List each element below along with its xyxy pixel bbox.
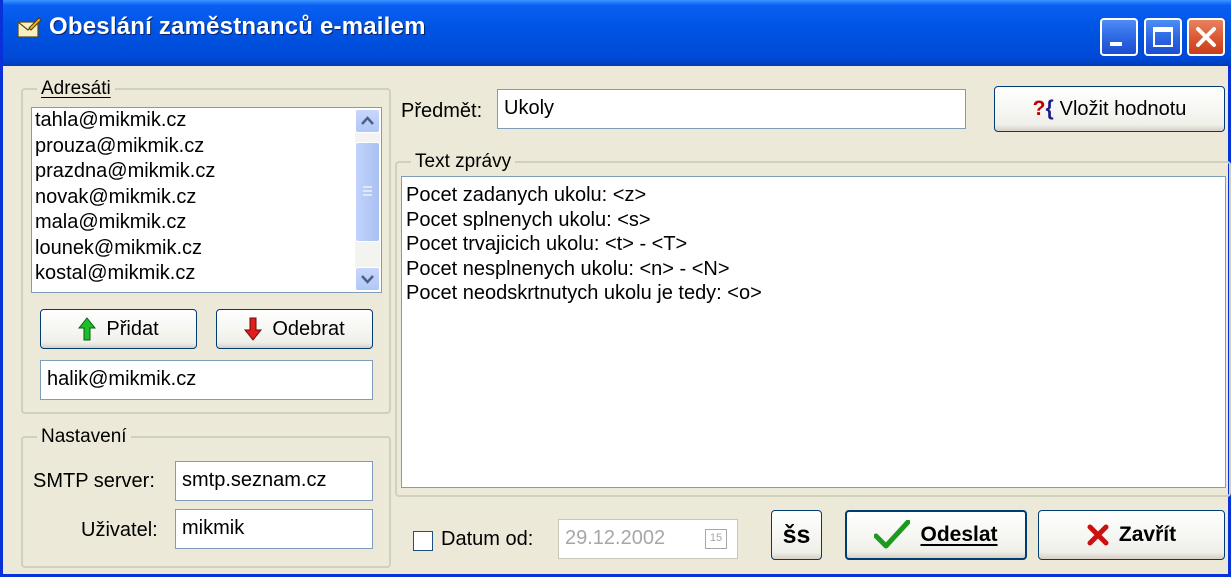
special-chars-button[interactable]: šs <box>771 510 822 560</box>
special-chars-label: šs <box>782 520 811 549</box>
chevron-down-icon <box>361 275 374 284</box>
smtp-server-label: SMTP server: <box>33 470 155 492</box>
list-item[interactable]: prouza@mikmik.cz <box>32 134 381 160</box>
recipients-scrollbar[interactable] <box>355 109 380 291</box>
chevron-up-icon <box>361 116 374 125</box>
add-recipient-label: Přidat <box>106 317 159 340</box>
list-item[interactable]: tahla@mikmik.cz <box>32 108 381 134</box>
message-line: Pocet splnenych ukolu: <s> <box>406 208 651 231</box>
scroll-down-button[interactable] <box>355 267 380 291</box>
close-icon <box>1196 27 1216 47</box>
minimize-button[interactable] <box>1100 18 1138 56</box>
maximize-button[interactable] <box>1144 18 1182 56</box>
mail-edit-icon <box>17 17 41 38</box>
list-item[interactable]: kostal@mikmik.cz <box>32 261 381 287</box>
message-line: Pocet trvajicich ukolu: <t> - <T> <box>406 233 688 255</box>
message-line: Pocet neodskrtnutych ukolu je tedy: <o> <box>406 282 762 304</box>
add-recipient-button[interactable]: Přidat <box>40 309 197 349</box>
window-title: Obeslání zaměstnanců e-mailem <box>49 13 426 40</box>
arrow-up-green-icon <box>78 317 97 341</box>
user-input[interactable]: mikmik <box>175 509 373 549</box>
insert-value-button[interactable]: ?{ Vložit hodnotu <box>994 86 1225 132</box>
list-item[interactable]: mala@mikmik.cz <box>32 210 381 236</box>
grip-icon <box>363 186 372 196</box>
insert-value-icon: ?{ <box>1032 97 1054 120</box>
calendar-icon: 15 <box>705 529 727 549</box>
settings-legend: Nastavení <box>37 425 131 449</box>
date-from-label: Datum od: <box>441 528 534 550</box>
close-label: Zavřít <box>1118 523 1177 546</box>
send-label: Odeslat <box>920 523 998 546</box>
list-item[interactable]: lounek@mikmik.cz <box>32 236 381 262</box>
message-text-legend: Text zprávy <box>411 150 516 174</box>
list-item[interactable]: prazdna@mikmik.cz <box>32 159 381 185</box>
recipients-list[interactable]: tahla@mikmik.cz prouza@mikmik.cz prazdna@m… <box>31 107 382 293</box>
message-line: Pocet zadanych ukolu: <z> <box>406 184 647 206</box>
subject-input[interactable]: Ukoly <box>497 89 966 129</box>
recipients-legend: Adresáti <box>37 77 115 101</box>
scroll-thumb[interactable] <box>355 142 380 242</box>
list-item[interactable]: novak@mikmik.cz <box>32 185 381 211</box>
new-address-input[interactable]: halik@mikmik.cz <box>40 360 373 400</box>
scroll-up-button[interactable] <box>355 109 380 133</box>
arrow-down-red-icon <box>244 317 263 341</box>
minimize-icon <box>1110 42 1122 46</box>
message-textarea[interactable]: Pocet zadanych ukolu: <z> Pocet splnenych… <box>401 176 1226 488</box>
send-button[interactable]: Odeslat <box>845 510 1027 560</box>
user-label: Uživatel: <box>81 519 158 541</box>
smtp-server-input[interactable]: smtp.seznam.cz <box>175 461 373 501</box>
cross-red-icon <box>1087 524 1109 546</box>
close-window-button[interactable] <box>1187 18 1225 56</box>
subject-label: Předmět: <box>401 100 483 122</box>
remove-recipient-button[interactable]: Odebrat <box>216 309 373 349</box>
email-dialog-window: Obeslání zaměstnanců e-mailem Adresáti t… <box>0 0 1231 577</box>
message-line: Pocet nesplnenych ukolu: <n> - <N> <box>406 257 730 280</box>
remove-recipient-label: Odebrat <box>272 317 345 340</box>
close-button[interactable]: Zavřít <box>1038 510 1225 560</box>
title-bar[interactable]: Obeslání zaměstnanců e-mailem <box>3 0 1231 66</box>
insert-value-label: Vložit hodnotu <box>1059 97 1187 120</box>
date-from-checkbox[interactable] <box>413 531 433 551</box>
checkmark-icon <box>874 520 911 549</box>
maximize-icon <box>1153 27 1173 47</box>
date-from-value: 29.12.2002 <box>565 527 666 549</box>
date-from-input: 29.12.2002 15 <box>558 519 738 559</box>
